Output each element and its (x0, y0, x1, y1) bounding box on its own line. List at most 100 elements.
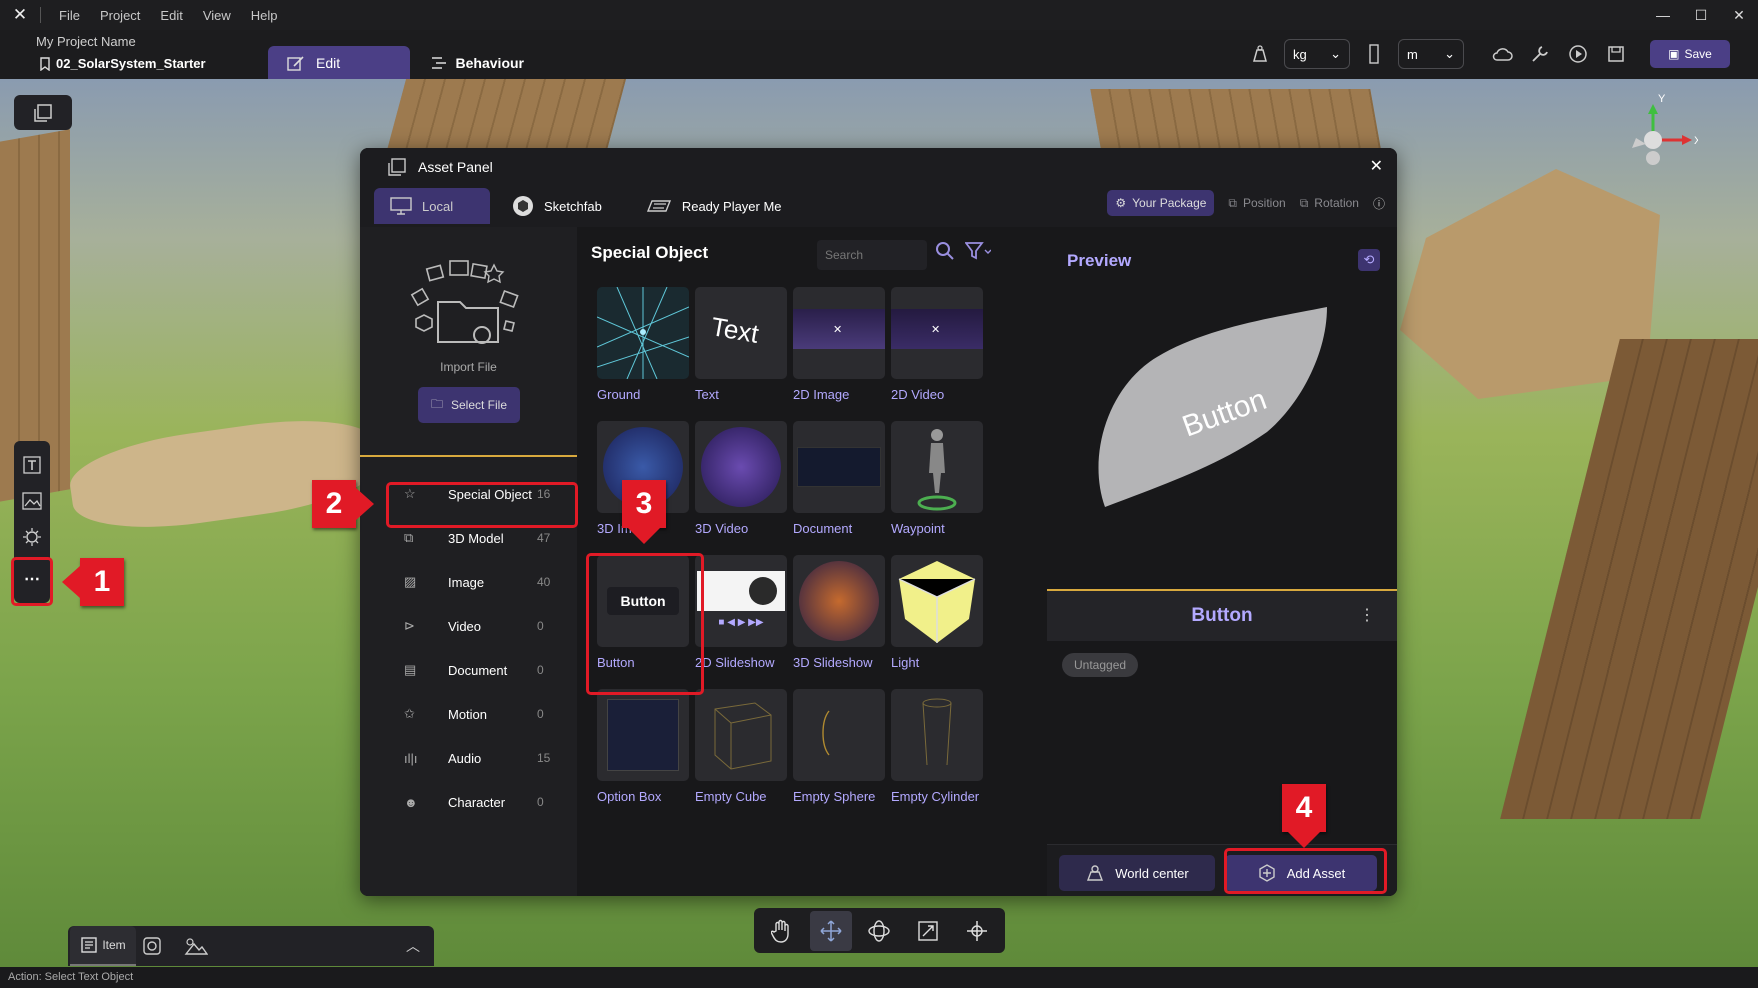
empty-cylinder-thumbnail (891, 689, 983, 781)
preview-model[interactable]: Button (1077, 297, 1377, 567)
light-tool-icon[interactable] (18, 521, 46, 553)
hand-tool-icon[interactable] (761, 911, 803, 951)
layers-button[interactable] (14, 95, 72, 130)
menu-bar: ✕ File Project Edit View Help — ☐ ✕ (0, 0, 1758, 30)
asset-label: Light (891, 655, 920, 670)
more-options-icon[interactable]: ⋮ (1359, 591, 1375, 641)
tab-edit[interactable]: Edit (268, 46, 410, 79)
category-motion[interactable]: ✩ Motion 0 (360, 692, 577, 736)
category-image[interactable]: ▨ Image 40 (360, 560, 577, 604)
panel-close-icon[interactable]: ✕ (1370, 156, 1383, 176)
cloud-icon[interactable] (1488, 40, 1516, 68)
asset-2d-video[interactable]: ✕ 2D Video (891, 287, 983, 417)
camera-icon[interactable] (142, 936, 162, 961)
asset-document[interactable]: Document (793, 421, 885, 551)
import-area[interactable]: Import File 🗀 Select File (360, 227, 577, 457)
category-video[interactable]: ⊳ Video 0 (360, 604, 577, 648)
select-file-button[interactable]: 🗀 Select File (418, 387, 520, 423)
world-center-button[interactable]: World center (1059, 855, 1215, 891)
menu-project[interactable]: Project (90, 8, 150, 23)
asset-label: Document (793, 521, 853, 536)
length-unit-select[interactable]: m ⌄ (1398, 39, 1464, 69)
transform-all-tool-icon[interactable] (956, 911, 998, 951)
search-input[interactable]: Search (817, 240, 927, 270)
mass-unit-select[interactable]: kg ⌄ (1284, 39, 1350, 69)
asset-empty-sphere[interactable]: Empty Sphere (793, 689, 885, 819)
image-tool-icon[interactable] (18, 485, 46, 517)
asset-option-box[interactable]: Option Box (597, 689, 689, 819)
asset-2d-slideshow[interactable]: ■ ◀ ▶ ▶▶ 2D Slideshow (695, 555, 787, 685)
wrench-icon[interactable] (1526, 40, 1554, 68)
weight-icon[interactable] (1246, 40, 1274, 68)
text-thumbnail-label: Text (708, 311, 762, 349)
category-count: 47 (537, 531, 551, 545)
asset-waypoint[interactable]: Waypoint (891, 421, 983, 551)
info-icon[interactable]: ⓘ (1373, 195, 1385, 212)
highlight-more-tools (11, 557, 53, 606)
category-count: 0 (537, 619, 544, 633)
save-icon: ▣ (1668, 47, 1680, 61)
bottom-dock: Item ︿ (68, 926, 434, 966)
position-label: Position (1243, 196, 1286, 210)
ready-player-me-icon (646, 200, 671, 212)
ground-thumbnail (597, 287, 689, 379)
length-unit-value: m (1407, 46, 1418, 62)
ruler-icon[interactable] (1360, 40, 1388, 68)
highlight-special-object (386, 482, 578, 528)
axis-gizmo[interactable]: Y X (1608, 90, 1702, 180)
category-document[interactable]: ▤ Document 0 (360, 648, 577, 692)
menu-view[interactable]: View (193, 8, 241, 23)
play-icon[interactable] (1564, 40, 1592, 68)
category-character[interactable]: ☻ Character 0 (360, 780, 577, 824)
tag-badge[interactable]: Untagged (1062, 653, 1139, 677)
scene-name[interactable]: 02_SolarSystem_Starter (40, 56, 206, 71)
status-bar: Action: Select Text Object (0, 967, 1758, 988)
tab-ready-player-me[interactable]: Ready Player Me (630, 188, 798, 224)
tab-local[interactable]: Local (374, 188, 490, 224)
environment-icon[interactable] (184, 936, 209, 961)
item-tab[interactable]: Item (70, 926, 136, 966)
menu-help[interactable]: Help (241, 8, 288, 23)
rotation-toggle[interactable]: ⧉ Rotation (1300, 196, 1359, 211)
app-window: ✕ File Project Edit View Help — ☐ ✕ My P… (0, 0, 1758, 988)
menu-edit[interactable]: Edit (150, 8, 192, 23)
asset-text[interactable]: Text Text (695, 287, 787, 417)
save-button[interactable]: ▣ Save (1650, 40, 1730, 68)
rotate-tool-icon[interactable] (858, 911, 900, 951)
tab-sketchfab[interactable]: Sketchfab (496, 188, 618, 224)
tab-local-label: Local (422, 198, 454, 214)
chevron-up-icon[interactable]: ︿ (406, 936, 420, 956)
asset-2d-image[interactable]: ✕ 2D Image (793, 287, 885, 417)
maximize-icon[interactable]: ☐ (1682, 0, 1720, 30)
tab-behaviour[interactable]: Behaviour (412, 46, 542, 79)
asset-empty-cube[interactable]: Empty Cube (695, 689, 787, 819)
position-toggle[interactable]: ⧉ Position (1228, 196, 1285, 211)
asset-3d-video[interactable]: 3D Video (695, 421, 787, 551)
folder-icon: 🗀 (430, 396, 443, 411)
minimize-icon[interactable]: — (1644, 0, 1682, 30)
window-controls: — ☐ ✕ (1644, 0, 1758, 30)
scale-tool-icon[interactable] (907, 911, 949, 951)
chevron-down-icon: ⌄ (1444, 46, 1455, 61)
your-package-label: Your Package (1132, 196, 1207, 210)
your-package-button[interactable]: ⚙ Your Package (1107, 190, 1215, 216)
asset-light[interactable]: Light (891, 555, 983, 685)
top-right-tools: kg ⌄ m ⌄ ▣ Save (1246, 38, 1758, 70)
search-icon[interactable] (935, 241, 955, 266)
chevron-down-icon: ⌄ (1330, 46, 1341, 61)
asset-ground[interactable]: Ground (597, 287, 689, 417)
asset-empty-cylinder[interactable]: Empty Cylinder (891, 689, 983, 819)
refresh-icon[interactable]: ⟲ (1358, 249, 1380, 271)
close-icon[interactable]: ✕ (1720, 0, 1758, 30)
publish-icon[interactable] (1602, 40, 1630, 68)
menu-file[interactable]: File (49, 8, 90, 23)
asset-label: Empty Cube (695, 789, 767, 804)
sketchfab-icon (513, 196, 533, 216)
item-tab-label: Item (102, 938, 126, 952)
move-tool-icon[interactable] (809, 910, 852, 951)
filter-icon[interactable] (964, 241, 992, 265)
text-tool-icon[interactable] (18, 449, 46, 481)
category-audio[interactable]: ıl|ı Audio 15 (360, 736, 577, 780)
import-file-label: Import File (440, 360, 497, 374)
asset-3d-slideshow[interactable]: 3D Slideshow (793, 555, 885, 685)
